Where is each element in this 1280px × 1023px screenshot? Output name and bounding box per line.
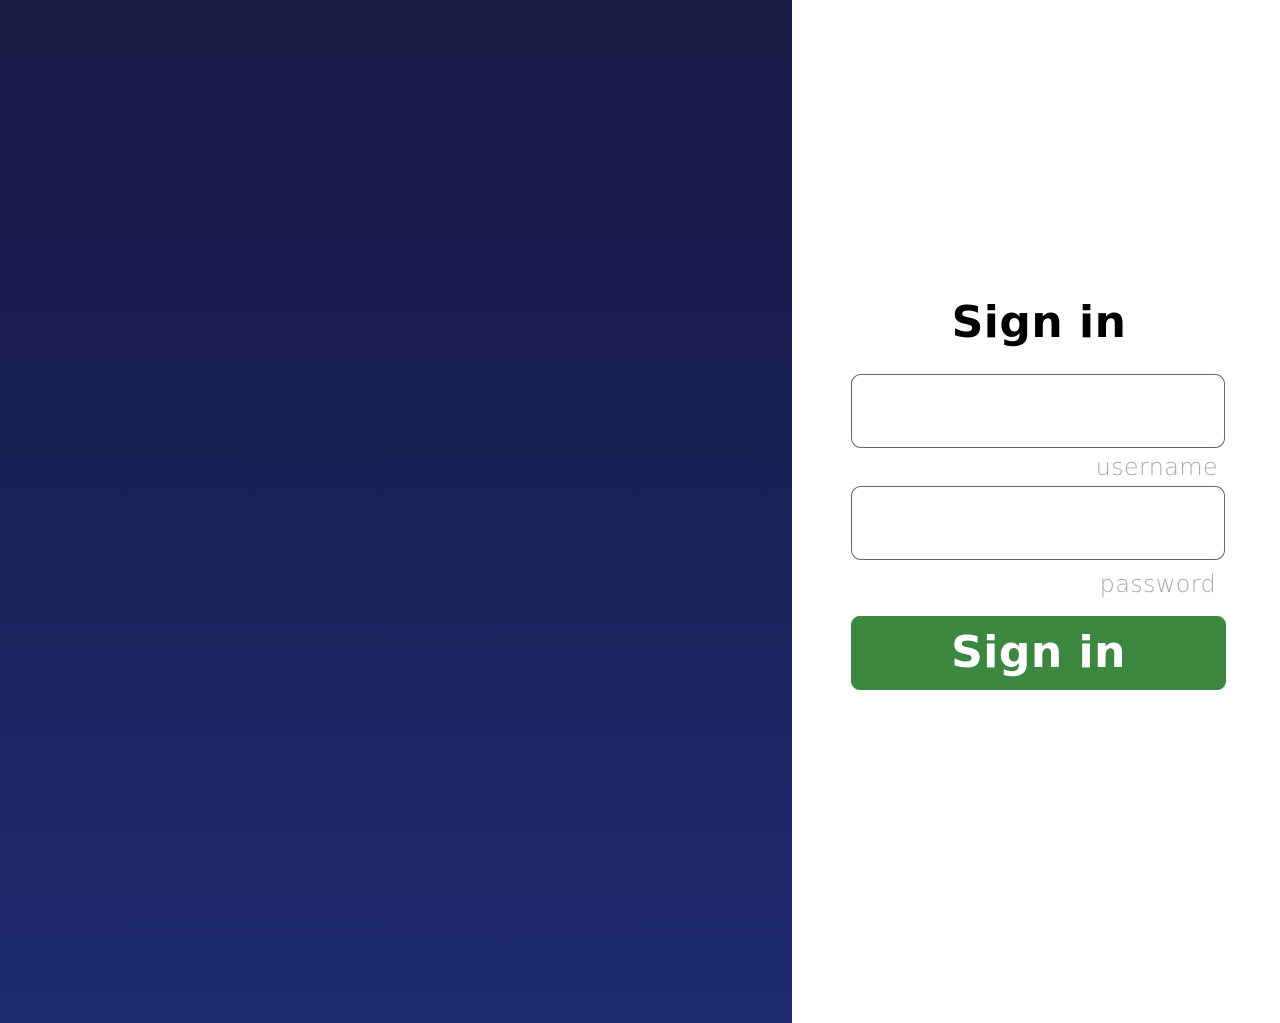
hero-gradient-panel — [0, 0, 792, 1023]
sign-in-form-panel: Sign in username password Sign in — [792, 0, 1280, 1023]
username-label: username — [1095, 453, 1218, 481]
sign-in-page: Sign in username password Sign in — [0, 0, 1280, 1023]
page-title: Sign in — [951, 297, 1127, 348]
password-label: password — [1099, 570, 1216, 598]
password-input[interactable] — [851, 486, 1225, 560]
sign-in-button[interactable]: Sign in — [851, 616, 1226, 690]
username-input[interactable] — [851, 374, 1225, 448]
